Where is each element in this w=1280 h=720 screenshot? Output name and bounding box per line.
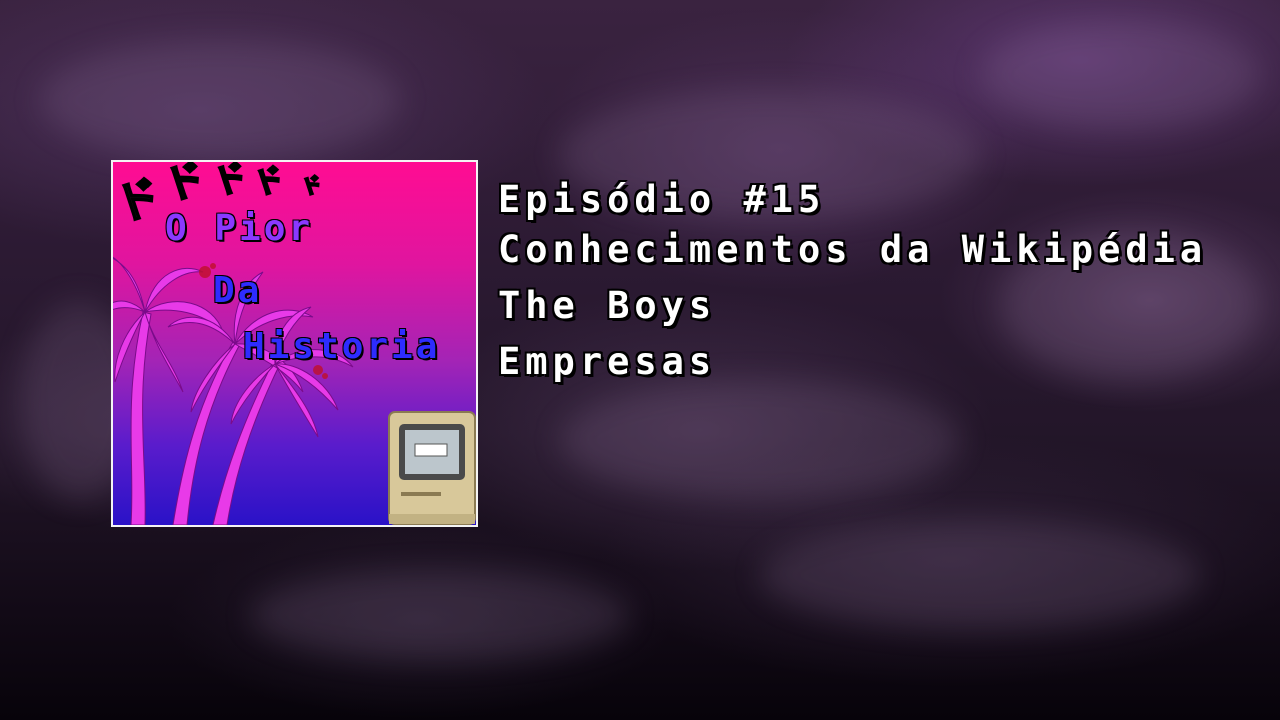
cloud — [250, 570, 630, 660]
svg-text:ド: ド — [208, 162, 253, 204]
cloud — [40, 40, 400, 160]
cover-title-line-2: Da — [213, 270, 263, 311]
svg-text:ド: ド — [113, 170, 167, 232]
cloud — [560, 380, 960, 500]
svg-text:ド: ド — [159, 162, 211, 210]
episode-info: Episódio #15 Conhecimentos da Wikipédia … — [498, 172, 1207, 390]
cover-title-line-1: O Pior — [165, 208, 314, 249]
episode-topic: The Boys — [498, 284, 717, 327]
episode-topic: Conhecimentos da Wikipédia — [498, 228, 1208, 271]
episode-topic: Empresas — [498, 340, 717, 383]
cloud — [980, 20, 1260, 130]
retro-computer-icon — [388, 411, 476, 525]
svg-text:ド: ド — [250, 162, 289, 203]
svg-text:ド: ド — [299, 171, 325, 200]
cover-title-line-3: Historia — [243, 326, 441, 367]
thumbnail-canvas: ド ド ド ド ド O Pior Da Historia Episódio #1… — [0, 0, 1280, 720]
cloud — [760, 520, 1200, 630]
podcast-cover-art: ド ド ド ド ド O Pior Da Historia — [111, 160, 478, 527]
episode-number: Episódio #15 — [498, 178, 826, 221]
